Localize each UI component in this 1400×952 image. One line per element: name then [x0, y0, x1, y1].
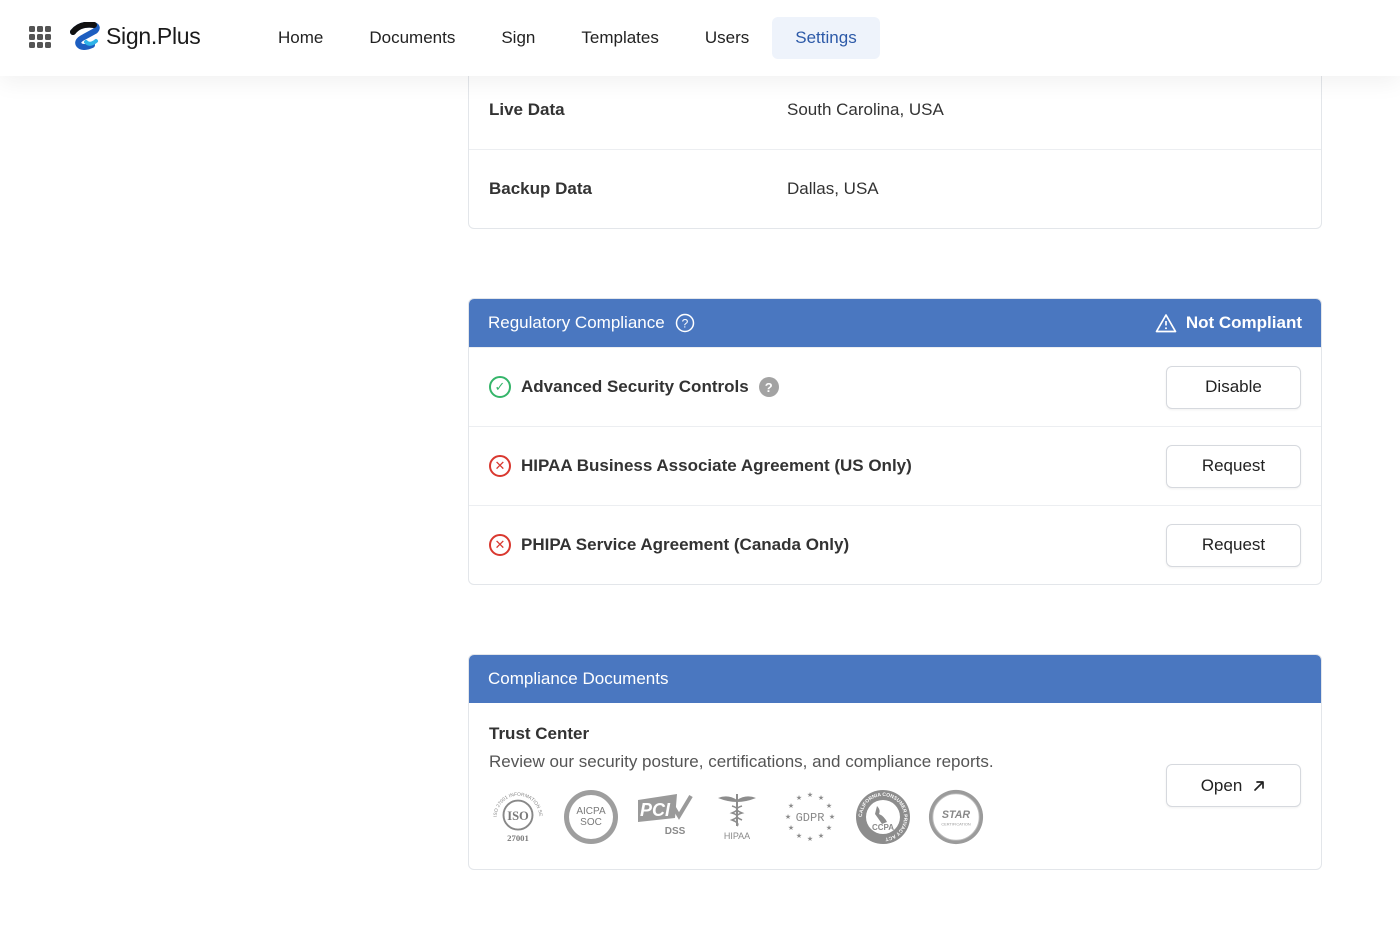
help-circle-icon[interactable]: ? — [675, 313, 695, 333]
external-arrow-icon — [1254, 780, 1265, 791]
compliance-item-row: ✕ HIPAA Business Associate Agreement (US… — [469, 426, 1321, 505]
compliance-documents-header: Compliance Documents — [469, 655, 1321, 703]
pci-dss-icon: PCI DSS — [638, 794, 693, 837]
trust-center-section: Trust Center Review our security posture… — [469, 703, 1321, 869]
live-data-row: Live Data South Carolina, USA — [469, 70, 1321, 149]
svg-text:GDPR: GDPR — [796, 811, 825, 825]
svg-text:★: ★ — [807, 835, 813, 843]
sign-plus-logo-icon — [70, 22, 100, 50]
ccpa-badge: CALIFORNIA CONSUMER PRIVACY ACT CCPA — [854, 788, 912, 846]
svg-text:★: ★ — [796, 794, 802, 802]
compliance-status: Not Compliant — [1185, 313, 1302, 332]
open-label: Open — [1200, 775, 1243, 795]
svg-text:?: ? — [681, 317, 688, 331]
svg-text:★: ★ — [796, 832, 802, 840]
regulatory-compliance-card: Regulatory Compliance ? Not Compliant ✓ … — [468, 298, 1322, 585]
top-bar: Sign.Plus Home Documents Sign Templates … — [0, 0, 1400, 76]
nav-sign[interactable]: Sign — [478, 17, 558, 59]
trust-center-title: Trust Center — [489, 724, 590, 743]
backup-data-row: Backup Data Dallas, USA — [469, 149, 1321, 228]
help-icon[interactable]: ? — [758, 377, 779, 397]
svg-text:★: ★ — [818, 832, 824, 840]
svg-text:ISO: ISO — [507, 809, 529, 823]
svg-text:SOC: SOC — [580, 817, 602, 828]
pci-dss-badge: PCI DSS — [635, 788, 693, 846]
warning-triangle-icon — [1155, 314, 1177, 333]
csa-star-icon: STAR CERTIFICATION — [928, 789, 984, 845]
svg-text:CCPA: CCPA — [872, 823, 894, 832]
svg-text:CERTIFICATION: CERTIFICATION — [941, 823, 970, 827]
request-phipa-button[interactable]: Request — [1166, 523, 1301, 567]
logo-text: Sign.Plus — [106, 22, 201, 49]
svg-text:★: ★ — [826, 802, 832, 810]
nav-users[interactable]: Users — [682, 17, 772, 59]
compliance-item-row: ✓ Advanced Security Controls ? Disable — [469, 347, 1321, 426]
aicpa-soc-icon: AICPA SOC — [564, 790, 618, 844]
compliance-item-row: ✕ PHIPA Service Agreement (Canada Only) … — [469, 505, 1321, 584]
nav-templates[interactable]: Templates — [558, 17, 681, 59]
iso-27001-icon: ISO 27001 INFORMATION SECURITY ISO 27001 — [489, 787, 543, 843]
star-certification-badge: STAR CERTIFICATION — [927, 788, 985, 846]
nav-home[interactable]: Home — [255, 17, 346, 59]
compliance-documents-card: Compliance Documents Trust Center Review… — [468, 654, 1322, 870]
regulatory-header: Regulatory Compliance ? Not Compliant — [469, 299, 1321, 347]
live-data-label: Live Data — [489, 99, 565, 119]
svg-text:HIPAA: HIPAA — [724, 831, 750, 841]
svg-text:★: ★ — [826, 824, 832, 832]
ccpa-seal-icon: CALIFORNIA CONSUMER PRIVACY ACT CCPA — [856, 790, 910, 844]
svg-text:STAR: STAR — [942, 809, 970, 821]
backup-data-value: Dallas, USA — [787, 179, 879, 198]
x-circle-icon: ✕ — [489, 534, 511, 556]
compliance-item-label: Advanced Security Controls — [521, 377, 749, 396]
regulatory-title: Regulatory Compliance — [488, 313, 665, 332]
open-trust-center-button[interactable]: Open — [1166, 764, 1301, 807]
compliance-documents-title: Compliance Documents — [488, 669, 669, 688]
gdpr-stars-icon: ★ ★★★ ★★★★ ★★★★ GDPR — [785, 791, 835, 843]
disable-button[interactable]: Disable — [1166, 365, 1301, 409]
x-circle-icon: ✕ — [489, 455, 511, 477]
svg-text:★: ★ — [818, 794, 824, 802]
svg-text:★: ★ — [788, 802, 794, 810]
gdpr-badge: ★ ★ ★ ★ ★ ★ ★ ★ ★ ★ ★ ★ GDPR — [781, 788, 839, 846]
svg-text:★: ★ — [785, 813, 791, 821]
live-data-value: South Carolina, USA — [787, 99, 944, 119]
logo[interactable]: Sign.Plus — [70, 22, 201, 50]
app-grid-icon[interactable] — [29, 26, 51, 48]
main-nav: Home Documents Sign Templates Users Sett… — [255, 17, 880, 59]
nav-settings[interactable]: Settings — [772, 17, 880, 59]
check-circle-icon: ✓ — [489, 376, 511, 398]
data-location-card: Live Data South Carolina, USA Backup Dat… — [468, 50, 1322, 229]
svg-text:27001: 27001 — [507, 833, 529, 843]
backup-data-label: Backup Data — [489, 179, 592, 198]
compliance-item-label: PHIPA Service Agreement (Canada Only) — [521, 535, 850, 554]
hipaa-badge: HIPAA — [708, 788, 766, 846]
svg-text:★: ★ — [807, 791, 813, 799]
iso-badge: ISO 27001 INFORMATION SECURITY ISO 27001 — [489, 787, 547, 846]
svg-text:DSS: DSS — [665, 826, 686, 837]
svg-text:PCI: PCI — [640, 800, 671, 820]
compliance-item-label: HIPAA Business Associate Agreement (US O… — [521, 456, 912, 475]
hipaa-caduceus-icon: HIPAA — [718, 794, 756, 841]
svg-text:AICPA: AICPA — [576, 806, 606, 817]
request-hipaa-button[interactable]: Request — [1166, 444, 1301, 488]
nav-documents[interactable]: Documents — [346, 17, 478, 59]
svg-text:★: ★ — [829, 813, 835, 821]
aicpa-soc-badge: AICPA SOC — [562, 788, 620, 846]
svg-text:★: ★ — [788, 824, 794, 832]
